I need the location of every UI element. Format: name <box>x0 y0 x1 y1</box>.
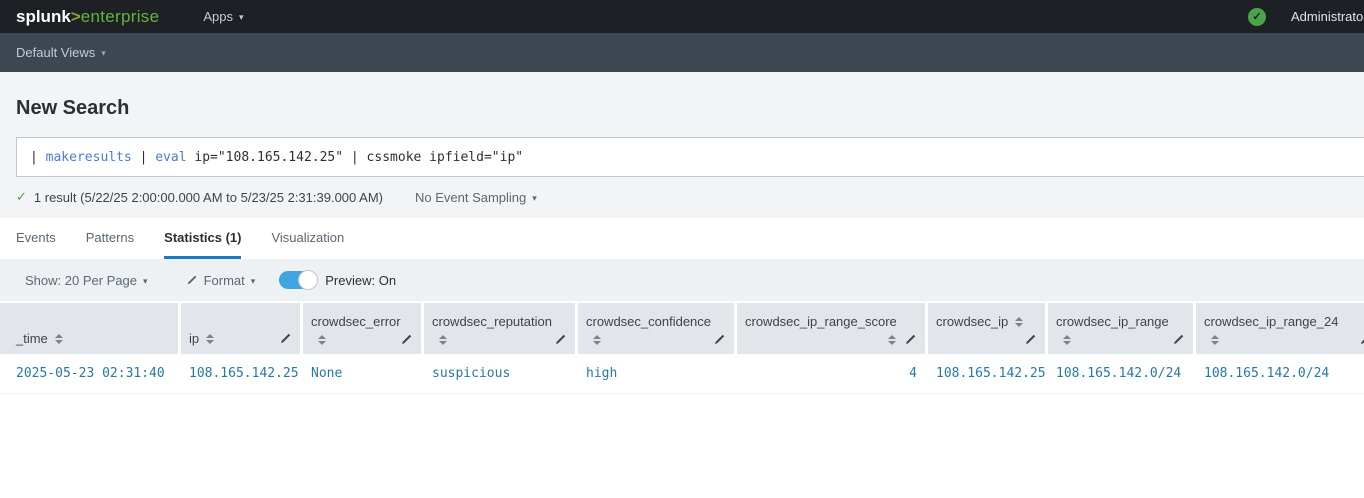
user-menu[interactable]: ✓ Administrator <box>1248 0 1364 33</box>
column-label: crowdsec_ip_range_24 <box>1204 314 1338 329</box>
results-toolbar: Show: 20 Per Page ▾ Format ▾ Preview: On <box>0 259 1364 301</box>
toggle-knob-icon <box>298 270 318 290</box>
search-header-section: New Search | makeresults | eval ip="108.… <box>0 72 1364 218</box>
splunk-logo[interactable]: splunk>enterprise <box>16 7 159 27</box>
cell-crowdsec_confidence[interactable]: high <box>578 356 734 393</box>
event-sampling-menu[interactable]: No Event Sampling ▾ <box>415 190 537 205</box>
event-sampling-label: No Event Sampling <box>415 190 526 205</box>
default-views-menu[interactable]: Default Views ▾ <box>16 45 106 60</box>
cell-crowdsec_ip_range[interactable]: 108.165.142.0/24 <box>1048 356 1193 393</box>
cell-time[interactable]: 2025-05-23 02:31:40 <box>0 356 178 393</box>
logo-enterprise-text: enterprise <box>81 7 160 26</box>
statistics-table: _time ip crowdsec_error crowdsec_reputation… <box>0 303 1364 394</box>
preview-toggle[interactable] <box>279 271 317 289</box>
sort-icon[interactable] <box>1015 317 1023 327</box>
format-label: Format <box>204 273 245 288</box>
search-query-text: | makeresults | eval ip="108.165.142.25"… <box>30 150 523 165</box>
tab-events[interactable]: Events <box>16 218 56 259</box>
query-segment: makeresults <box>46 150 132 165</box>
column-header-crowdsec_ip_range_score[interactable]: crowdsec_ip_range_score <box>737 303 925 354</box>
caret-down-icon: ▾ <box>251 277 256 286</box>
column-header-ip[interactable]: ip <box>181 303 300 354</box>
sort-icon[interactable] <box>1063 335 1071 345</box>
sort-icon[interactable] <box>206 334 214 344</box>
edit-column-pencil-icon[interactable] <box>1359 333 1364 346</box>
sort-icon[interactable] <box>888 335 896 345</box>
column-label: crowdsec_ip_range_score <box>745 314 897 329</box>
page-title: New Search <box>16 96 1364 120</box>
cell-ip[interactable]: 108.165.142.25 <box>181 356 300 393</box>
column-label: crowdsec_ip_range <box>1056 314 1169 329</box>
apps-menu[interactable]: Apps ▾ <box>203 9 243 24</box>
app-bar: Default Views ▾ <box>0 33 1364 72</box>
edit-column-pencil-icon[interactable] <box>1172 333 1185 346</box>
edit-column-pencil-icon[interactable] <box>1024 333 1037 346</box>
result-status-line: ✓ 1 result (5/22/25 2:00:00.000 AM to 5/… <box>16 189 1364 205</box>
column-label: ip <box>189 331 199 346</box>
column-header-crowdsec_confidence[interactable]: crowdsec_confidence <box>578 303 734 354</box>
cell-crowdsec_reputation[interactable]: suspicious <box>424 356 575 393</box>
tab-patterns[interactable]: Patterns <box>86 218 134 259</box>
table-row: 2025-05-23 02:31:40108.165.142.25Nonesus… <box>0 356 1364 394</box>
sort-icon[interactable] <box>318 335 326 345</box>
column-header-time[interactable]: _time <box>0 303 178 354</box>
per-page-label: Show: 20 Per Page <box>25 273 137 288</box>
tab-statistics-1[interactable]: Statistics (1) <box>164 218 241 259</box>
table-body: 2025-05-23 02:31:40108.165.142.25Nonesus… <box>0 356 1364 394</box>
results-tabs: Events Patterns Statistics (1) Visualizatio… <box>0 218 1364 259</box>
column-header-crowdsec_reputation[interactable]: crowdsec_reputation <box>424 303 575 354</box>
caret-down-icon: ▾ <box>532 194 537 203</box>
cell-crowdsec_ip_range_24[interactable]: 108.165.142.0/24 <box>1196 356 1364 393</box>
sort-icon[interactable] <box>1211 335 1219 345</box>
query-segment: | <box>132 150 155 165</box>
cell-crowdsec_ip[interactable]: 108.165.142.25 <box>928 356 1045 393</box>
query-segment: eval <box>155 150 186 165</box>
query-segment: | <box>30 150 46 165</box>
table-header-row: _time ip crowdsec_error crowdsec_reputation… <box>0 303 1364 354</box>
cell-crowdsec_error[interactable]: None <box>303 356 421 393</box>
column-label: _time <box>16 331 48 346</box>
format-menu[interactable]: Format ▾ <box>186 273 256 288</box>
column-header-crowdsec_ip[interactable]: crowdsec_ip <box>928 303 1045 354</box>
column-label: crowdsec_ip <box>936 314 1008 329</box>
sort-icon[interactable] <box>439 335 447 345</box>
edit-column-pencil-icon[interactable] <box>713 333 726 346</box>
edit-column-pencil-icon[interactable] <box>554 333 567 346</box>
caret-down-icon: ▾ <box>101 49 106 58</box>
caret-down-icon: ▾ <box>143 277 148 286</box>
preview-label: Preview: On <box>325 273 396 288</box>
column-header-crowdsec_error[interactable]: crowdsec_error <box>303 303 421 354</box>
health-check-icon[interactable]: ✓ <box>1248 8 1266 26</box>
column-label: crowdsec_error <box>311 314 401 329</box>
query-segment: ip="108.165.142.25" | cssmoke ipfield="i… <box>187 150 524 165</box>
default-views-label: Default Views <box>16 45 95 60</box>
column-label: crowdsec_reputation <box>432 314 552 329</box>
edit-column-pencil-icon[interactable] <box>904 333 917 346</box>
pencil-icon <box>186 274 198 286</box>
sort-icon[interactable] <box>593 335 601 345</box>
sort-icon[interactable] <box>55 334 63 344</box>
tab-visualization[interactable]: Visualization <box>271 218 344 259</box>
cell-crowdsec_ip_range_score[interactable]: 4 <box>737 356 925 393</box>
logo-gt-icon: > <box>71 7 81 26</box>
per-page-menu[interactable]: Show: 20 Per Page ▾ <box>25 273 148 288</box>
top-bar: splunk>enterprise Apps ▾ ✓ Administrator <box>0 0 1364 33</box>
apps-label: Apps <box>203 9 233 24</box>
logo-splunk-text: splunk <box>16 7 71 26</box>
username-label: Administrator <box>1291 9 1364 24</box>
edit-column-pencil-icon[interactable] <box>400 333 413 346</box>
column-header-crowdsec_ip_range_24[interactable]: crowdsec_ip_range_24 <box>1196 303 1364 354</box>
column-header-crowdsec_ip_range[interactable]: crowdsec_ip_range <box>1048 303 1193 354</box>
caret-down-icon: ▾ <box>239 13 244 22</box>
search-input[interactable]: | makeresults | eval ip="108.165.142.25"… <box>16 137 1364 177</box>
column-label: crowdsec_confidence <box>586 314 711 329</box>
edit-column-pencil-icon[interactable] <box>279 332 292 345</box>
check-icon: ✓ <box>16 189 27 205</box>
result-summary: 1 result (5/22/25 2:00:00.000 AM to 5/23… <box>34 190 383 205</box>
